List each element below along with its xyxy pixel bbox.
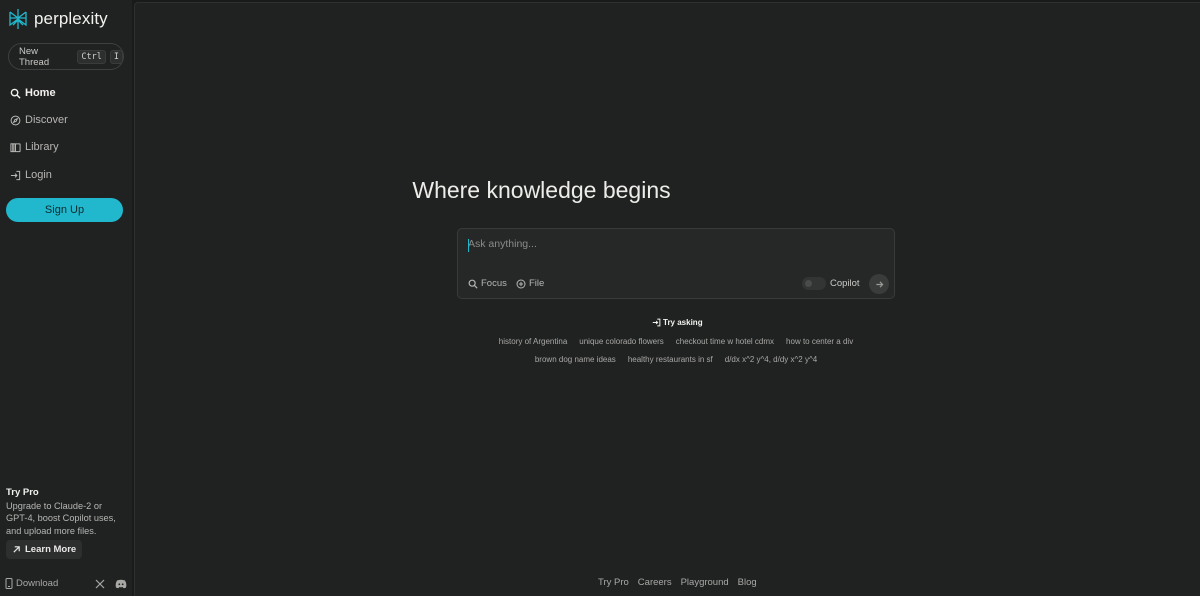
sidebar-item-label: Library bbox=[25, 141, 59, 153]
try-asking-heading: Try asking bbox=[652, 318, 703, 327]
sidebar-item-library[interactable]: Library bbox=[10, 141, 59, 153]
plus-circle-icon bbox=[516, 278, 526, 289]
focus-button[interactable]: Focus bbox=[468, 278, 507, 289]
shortcut-keys: Ctrl I bbox=[77, 49, 123, 64]
focus-label: Focus bbox=[481, 278, 507, 289]
phone-icon bbox=[5, 578, 13, 589]
sidebar-item-discover[interactable]: Discover bbox=[10, 114, 68, 126]
footer-links: Try Pro Careers Playground Blog bbox=[598, 577, 757, 588]
download-link[interactable]: Download bbox=[5, 578, 58, 589]
file-label: File bbox=[529, 278, 545, 289]
kbd-i: I bbox=[109, 49, 123, 64]
footer-link-try-pro[interactable]: Try Pro bbox=[598, 577, 629, 588]
suggestion-chip[interactable]: how to center a div bbox=[786, 337, 853, 346]
text-caret bbox=[468, 239, 469, 252]
perplexity-logo-icon bbox=[9, 9, 27, 29]
suggestion-chip[interactable]: brown dog name ideas bbox=[535, 355, 616, 364]
new-thread-label: New Thread bbox=[19, 45, 50, 68]
arrow-right-icon bbox=[875, 280, 883, 288]
learn-more-button[interactable]: Learn More bbox=[6, 540, 83, 559]
compass-icon bbox=[10, 115, 21, 125]
file-button[interactable]: File bbox=[516, 278, 544, 289]
x-icon[interactable] bbox=[95, 579, 105, 589]
library-icon bbox=[10, 142, 21, 152]
try-asking-label: Try asking bbox=[663, 318, 703, 327]
logo-text: perplexity bbox=[34, 9, 108, 28]
download-label: Download bbox=[16, 578, 59, 589]
sidebar-footer: Download bbox=[5, 578, 127, 589]
footer-link-playground[interactable]: Playground bbox=[681, 577, 729, 588]
suggestions-row-1: history of Argentina unique colorado flo… bbox=[0, 337, 1200, 346]
search-box: Focus File Copilot bbox=[457, 228, 895, 299]
main-panel bbox=[134, 2, 1200, 596]
social-links bbox=[95, 579, 127, 589]
new-thread-button[interactable]: New Thread Ctrl I bbox=[8, 43, 124, 70]
copilot-toggle[interactable] bbox=[802, 277, 826, 290]
copilot-label: Copilot bbox=[830, 278, 860, 289]
search-icon bbox=[10, 88, 21, 99]
suggestion-chip[interactable]: unique colorado flowers bbox=[579, 337, 664, 346]
footer-link-careers[interactable]: Careers bbox=[638, 577, 672, 588]
try-pro-description: Upgrade to Claude-2 or GPT-4, boost Copi… bbox=[6, 501, 116, 536]
sidebar-item-label: Home bbox=[25, 87, 56, 99]
learn-more-label: Learn More bbox=[25, 544, 77, 555]
kbd-ctrl: Ctrl bbox=[77, 49, 106, 64]
try-pro-title: Try Pro bbox=[6, 487, 39, 498]
suggestion-chip[interactable]: checkout time w hotel cdmx bbox=[676, 337, 774, 346]
discord-icon[interactable] bbox=[115, 579, 127, 589]
page-headline: Where knowledge begins bbox=[412, 177, 671, 203]
sidebar: perplexity New Thread Ctrl I Home Discov… bbox=[0, 0, 132, 596]
sidebar-item-home[interactable]: Home bbox=[10, 87, 56, 99]
perplexity-logo[interactable]: perplexity bbox=[8, 8, 108, 30]
suggestion-chip[interactable]: d/dx x^2 y^4, d/dy x^2 y^4 bbox=[725, 355, 817, 364]
suggestion-chip[interactable]: healthy restaurants in sf bbox=[628, 355, 713, 364]
footer-link-blog[interactable]: Blog bbox=[738, 577, 757, 588]
arrow-up-right-icon bbox=[13, 546, 20, 553]
search-icon bbox=[468, 279, 478, 289]
sidebar-item-label: Discover bbox=[25, 114, 68, 126]
suggestion-chip[interactable]: history of Argentina bbox=[499, 337, 567, 346]
suggestions-row-2: brown dog name ideas healthy restaurants… bbox=[0, 355, 1200, 364]
login-icon bbox=[652, 318, 661, 327]
submit-button[interactable] bbox=[869, 274, 889, 294]
search-input[interactable] bbox=[468, 238, 878, 250]
